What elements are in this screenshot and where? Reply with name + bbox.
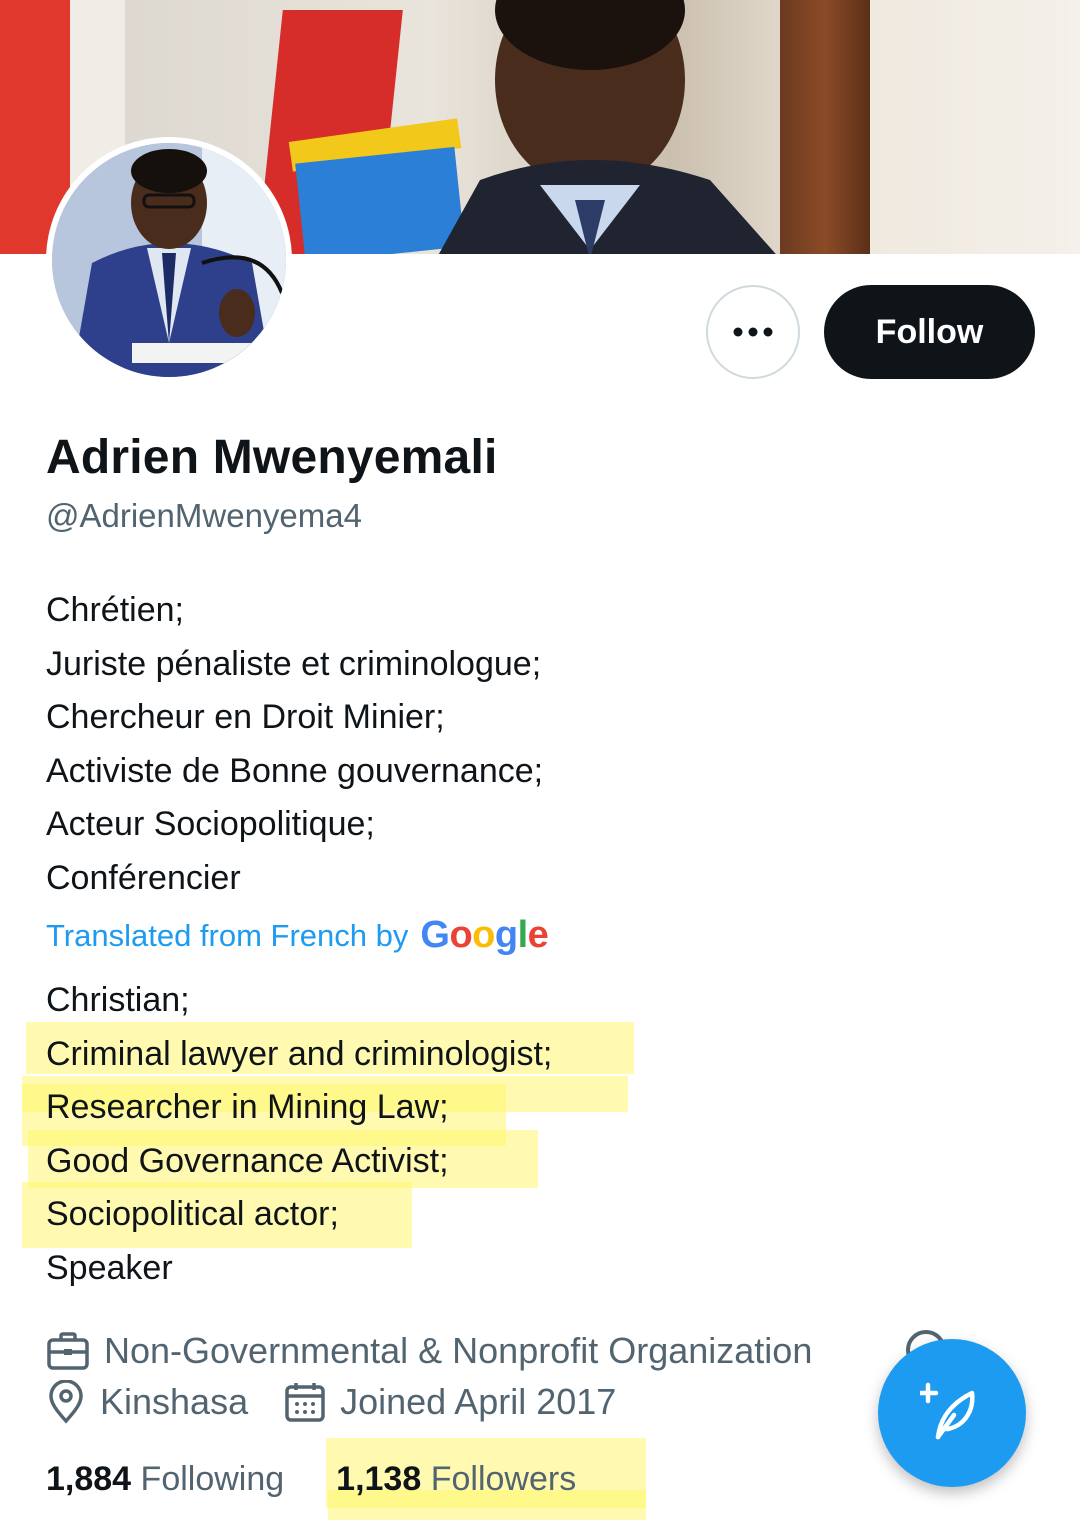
bio-translated: Christian; Criminal lawyer and criminolo… bbox=[46, 974, 552, 1295]
bio-line: Chrétien; bbox=[46, 591, 184, 629]
bio-line: Good Governance Activist; bbox=[46, 1141, 449, 1180]
profile-category: Non-Governmental & Nonprofit Organizatio… bbox=[46, 1330, 812, 1372]
location-pin-icon bbox=[49, 1380, 83, 1424]
bio-line: Criminal lawyer and criminologist; bbox=[46, 1034, 553, 1073]
google-logo: Google bbox=[420, 914, 549, 956]
avatar[interactable] bbox=[46, 137, 292, 383]
bio-line: Speaker bbox=[46, 1248, 173, 1287]
joined-text: Joined April 2017 bbox=[340, 1381, 617, 1422]
followers-label: Followers bbox=[430, 1460, 577, 1498]
profile-meta-row: Kinshasa Joined April 2017 bbox=[46, 1380, 616, 1424]
bio-line: Sociopolitical actor; bbox=[46, 1195, 339, 1233]
avatar-image bbox=[52, 143, 286, 377]
translation-notice[interactable]: Translated from French by Google bbox=[46, 914, 549, 957]
profile-name: Adrien Mwenyemali bbox=[46, 431, 498, 484]
more-options-button[interactable] bbox=[706, 285, 800, 379]
category-text: Non-Governmental & Nonprofit Organizatio… bbox=[104, 1330, 813, 1371]
bio-line: Conférencier bbox=[46, 858, 241, 897]
profile-stats: 1,884 Following 1,138 Followers bbox=[46, 1460, 576, 1499]
following-link[interactable]: 1,884 Following bbox=[46, 1460, 284, 1499]
bio-line: Activiste de Bonne gouvernance; bbox=[46, 751, 544, 790]
more-dots-icon bbox=[733, 327, 773, 337]
briefcase-icon bbox=[47, 1332, 89, 1370]
compose-tweet-icon bbox=[920, 1382, 975, 1440]
location-text: Kinshasa bbox=[100, 1381, 249, 1422]
following-label: Following bbox=[140, 1460, 285, 1498]
bio-line: Christian; bbox=[46, 981, 190, 1019]
follow-button[interactable]: Follow bbox=[824, 285, 1035, 379]
compose-tweet-button[interactable] bbox=[878, 1339, 1026, 1487]
bio-line: Chercheur en Droit Minier; bbox=[46, 698, 445, 736]
calendar-icon bbox=[285, 1383, 325, 1422]
bio-line: Acteur Sociopolitique; bbox=[46, 805, 375, 843]
followers-count: 1,138 bbox=[336, 1460, 422, 1498]
bio-original: Chrétien; Juriste pénaliste et criminolo… bbox=[46, 584, 543, 905]
profile-handle: @AdrienMwenyema4 bbox=[46, 497, 362, 534]
translation-label: Translated from French by bbox=[46, 917, 409, 953]
following-count: 1,884 bbox=[46, 1460, 132, 1498]
bio-line: Juriste pénaliste et criminologue; bbox=[46, 644, 542, 683]
bio-line: Researcher in Mining Law; bbox=[46, 1088, 449, 1126]
followers-link[interactable]: 1,138 Followers bbox=[336, 1460, 576, 1499]
banner-person-image bbox=[438, 0, 776, 254]
banner-chair bbox=[780, 0, 870, 254]
